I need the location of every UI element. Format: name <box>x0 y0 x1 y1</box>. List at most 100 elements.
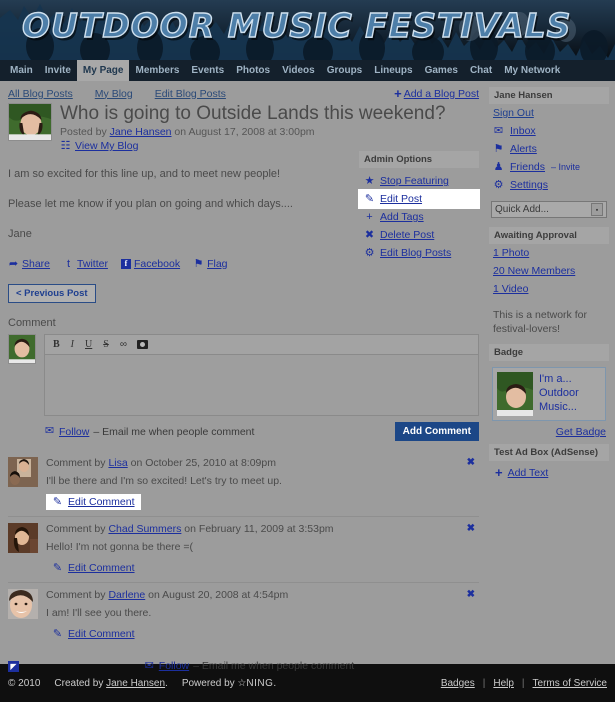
nav-item-games[interactable]: Games <box>419 60 464 81</box>
nav-item-lineups[interactable]: Lineups <box>368 60 418 81</box>
admin-item-edit-post[interactable]: ✎ Edit Post <box>358 189 480 209</box>
delete-comment-icon[interactable]: ✖ <box>467 523 475 534</box>
comment-author-link[interactable]: Chad Summers <box>108 523 181 535</box>
bold-icon[interactable]: B <box>53 339 60 350</box>
comment-editor-row: B I U S ∞ <box>8 334 479 416</box>
nav-item-events[interactable]: Events <box>185 60 230 81</box>
admin-item-delete-post[interactable]: ✖ Delete Post <box>359 226 479 244</box>
author-avatar[interactable] <box>8 103 52 141</box>
link-twitter[interactable]: Twitter <box>77 258 108 270</box>
link-flag[interactable]: Flag <box>207 258 227 270</box>
link-add-blog-post[interactable]: Add a Blog Post <box>404 88 479 100</box>
chevron-down-icon[interactable]: ▪ <box>591 203 603 216</box>
link-follow-bottom[interactable]: Follow <box>159 660 189 672</box>
link-awaiting-members[interactable]: 20 New Members <box>493 265 575 277</box>
admin-item-add-tags[interactable]: + Add Tags <box>359 208 479 226</box>
admin-label-delete-post[interactable]: Delete Post <box>380 229 434 241</box>
delete-comment-icon[interactable]: ✖ <box>467 457 475 468</box>
sidebar-item-label[interactable]: Settings <box>510 179 548 191</box>
follow-text: – Email me when people comment <box>93 425 255 438</box>
nav-item-my-page[interactable]: My Page <box>76 60 130 81</box>
share-group[interactable]: ➦ Share <box>8 258 50 270</box>
edit-comment-button[interactable]: ✎ Edit Comment <box>46 626 141 642</box>
link-facebook[interactable]: Facebook <box>134 258 180 270</box>
avatar[interactable] <box>8 457 38 487</box>
link-all-blog-posts[interactable]: All Blog Posts <box>8 88 73 100</box>
nav-item-videos[interactable]: Videos <box>276 60 321 81</box>
sidebar-item-label[interactable]: Inbox <box>510 125 536 137</box>
underline-icon[interactable]: U <box>85 339 92 350</box>
comment-author-link[interactable]: Lisa <box>108 457 127 469</box>
edit-comment-button[interactable]: ✎ Edit Comment <box>46 560 141 576</box>
admin-item-edit-blog-posts[interactable]: ⚙ Edit Blog Posts <box>359 244 479 262</box>
comment-textarea[interactable] <box>45 355 478 415</box>
sidebar-item-settings[interactable]: ⚙ Settings <box>489 176 609 194</box>
comment-editor[interactable]: B I U S ∞ <box>44 334 479 416</box>
edit-comment-label[interactable]: Edit Comment <box>68 628 135 640</box>
link-get-badge[interactable]: Get Badge <box>556 426 606 438</box>
link-my-blog[interactable]: My Blog <box>95 88 133 100</box>
sidebar-sign-out-wrap: Sign Out <box>489 104 609 122</box>
sidebar-item-sign-out[interactable]: Sign Out <box>493 107 534 119</box>
edit-comment-label[interactable]: Edit Comment <box>68 496 135 508</box>
nav-item-my-network[interactable]: My Network <box>498 60 566 81</box>
nav-item-chat[interactable]: Chat <box>464 60 498 81</box>
edit-comment-label[interactable]: Edit Comment <box>68 562 135 574</box>
footer-link-terms[interactable]: Terms of Service <box>533 678 607 689</box>
rss-icon[interactable]: ◤ <box>8 660 19 672</box>
quick-add-select[interactable]: Quick Add... ▪ <box>491 201 607 218</box>
flag-group[interactable]: ⚑ Flag <box>193 258 228 270</box>
link-follow[interactable]: Follow <box>59 426 89 438</box>
link-awaiting-video[interactable]: 1 Video <box>493 283 528 295</box>
avatar[interactable] <box>8 523 38 553</box>
sidebar-item-label[interactable]: Alerts <box>510 143 537 155</box>
admin-label-edit-blog-posts[interactable]: Edit Blog Posts <box>380 247 451 259</box>
add-comment-button[interactable]: Add Comment <box>394 422 479 441</box>
nav-item-invite[interactable]: Invite <box>39 60 77 81</box>
nav-item-main[interactable]: Main <box>4 60 39 81</box>
admin-item-stop-featuring[interactable]: ★ Stop Featuring <box>359 172 479 190</box>
link-icon[interactable]: ∞ <box>120 339 127 350</box>
edit-comment-button[interactable]: ✎ Edit Comment <box>46 494 141 510</box>
footer-link-badges[interactable]: Badges <box>441 678 475 689</box>
pencil-icon: ✎ <box>364 192 375 205</box>
badge-box[interactable]: I'm a... Outdoor Music... <box>492 367 606 421</box>
footer-separator: | <box>482 677 486 689</box>
admin-label-add-tags[interactable]: Add Tags <box>380 211 424 223</box>
footer-author-link[interactable]: Jane Hansen <box>106 678 165 689</box>
comment-author-link[interactable]: Darlene <box>108 589 145 601</box>
add-comment-wrap: Add Comment <box>394 422 479 441</box>
footer-link-help[interactable]: Help <box>493 678 514 689</box>
sidebar-item-alerts[interactable]: ⚑ Alerts <box>489 140 609 158</box>
sidebar-item-inbox[interactable]: ✉ Inbox <box>489 122 609 140</box>
previous-post-button[interactable]: < Previous Post <box>8 284 96 303</box>
sidebar-friends-invite[interactable]: – Invite <box>551 162 580 172</box>
admin-label-stop-featuring[interactable]: Stop Featuring <box>380 175 449 187</box>
facebook-group[interactable]: f Facebook <box>120 258 180 270</box>
link-view-my-blog[interactable]: View My Blog <box>75 140 138 152</box>
link-awaiting-photo[interactable]: 1 Photo <box>493 247 529 259</box>
avatar[interactable] <box>8 589 38 619</box>
link-add-text[interactable]: Add Text <box>508 467 549 479</box>
admin-label-edit-post[interactable]: Edit Post <box>380 193 422 205</box>
link-edit-blog-posts[interactable]: Edit Blog Posts <box>155 88 226 100</box>
strikethrough-icon[interactable]: S <box>103 339 109 350</box>
sidebar-item-label[interactable]: Friends <box>510 161 545 173</box>
footer-copyright: © 2010 <box>8 677 41 689</box>
content-area: All Blog Posts My Blog Edit Blog Posts +… <box>0 81 615 672</box>
italic-icon[interactable]: I <box>71 339 74 350</box>
current-user-avatar[interactable] <box>8 334 36 364</box>
nav-item-photos[interactable]: Photos <box>230 60 276 81</box>
comment-body: Comment by Chad Summers on February 11, … <box>46 523 479 576</box>
image-icon[interactable] <box>136 340 148 349</box>
nav-item-members[interactable]: Members <box>129 60 185 81</box>
link-share[interactable]: Share <box>22 258 50 270</box>
twitter-group[interactable]: t Twitter <box>63 258 108 270</box>
quick-add-value: Quick Add... <box>495 204 549 215</box>
nav-item-groups[interactable]: Groups <box>321 60 369 81</box>
page-root: OUTDOOR MUSIC FESTIVALS Main Invite My P… <box>0 0 615 702</box>
comment-by-label: Comment by <box>46 523 109 535</box>
post-author-link[interactable]: Jane Hansen <box>110 126 172 138</box>
delete-comment-icon[interactable]: ✖ <box>467 589 475 600</box>
sidebar-item-friends[interactable]: ♟ Friends – Invite <box>489 158 609 176</box>
